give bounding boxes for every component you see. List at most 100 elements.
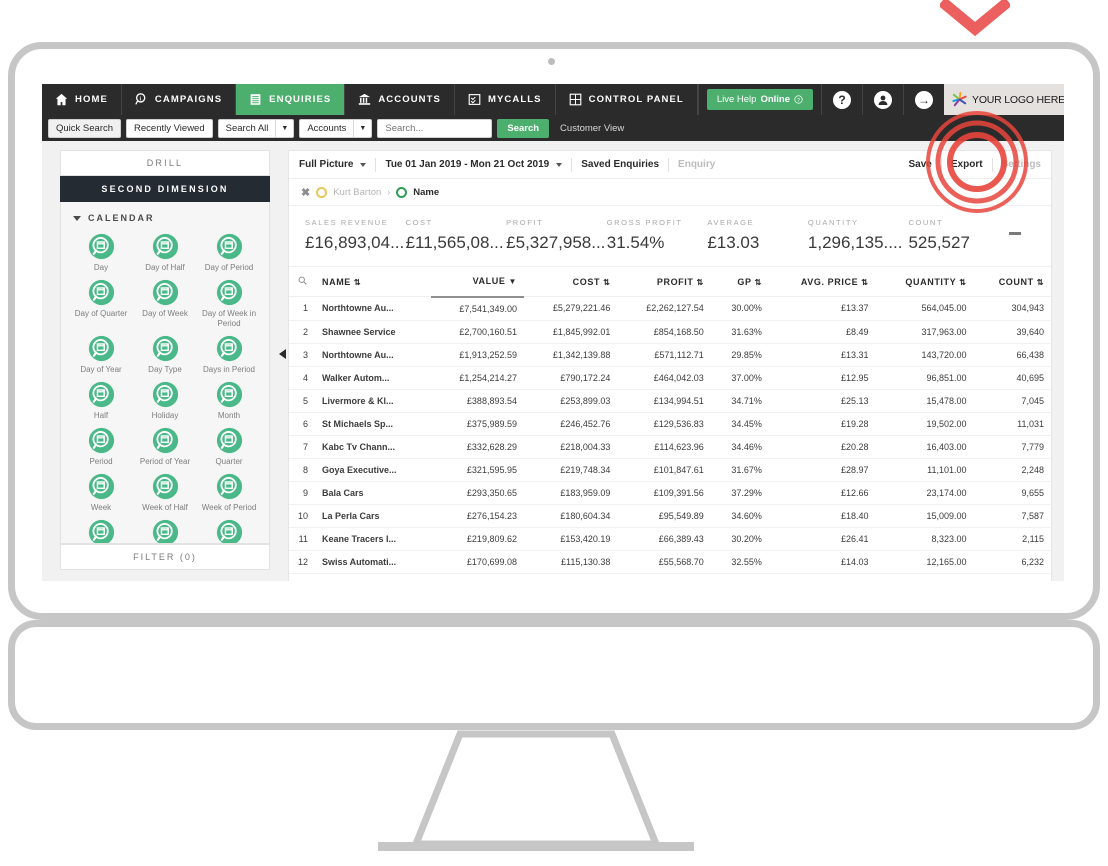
cell-profit: £109,391.56: [617, 481, 711, 505]
table-header-name[interactable]: NAME ⇅: [315, 267, 431, 297]
search-button[interactable]: Search: [497, 118, 550, 138]
table-row[interactable]: 5 Livermore & Kl... £388,893.54 £253,899.03…: [289, 389, 1051, 413]
calendar-section-title[interactable]: CALENDAR: [69, 213, 261, 223]
row-index: 2: [289, 320, 315, 344]
calendar-item-month[interactable]: Month: [197, 381, 261, 421]
table-row[interactable]: 1 Northtowne Au... £7,541,349.00 £5,279,221…: [289, 296, 1051, 321]
table-header-avg-price[interactable]: AVG. PRICE ⇅: [768, 267, 876, 297]
cell-profit: £2,262,127.54: [617, 296, 711, 321]
quick-search-button[interactable]: Quick Search: [48, 118, 122, 138]
calendar-item-extra-19[interactable]: [133, 519, 197, 543]
recently-viewed-button[interactable]: Recently Viewed: [126, 118, 213, 138]
table-row[interactable]: 4 Walker Autom... £1,254,214.27 £790,172.24…: [289, 366, 1051, 390]
kpi-count: COUNT 525,527: [908, 218, 1009, 253]
cell-avg-price: £12.95: [768, 366, 876, 390]
enquiry-link[interactable]: Enquiry: [678, 159, 715, 170]
calendar-item-week[interactable]: Week: [69, 473, 133, 513]
filter-bar[interactable]: FILTER (0): [60, 544, 270, 570]
cell-quantity: 317,963.00: [875, 320, 974, 344]
save-button[interactable]: Save: [909, 159, 932, 170]
cell-count: 2,248: [973, 458, 1051, 482]
calendar-item-half[interactable]: Half: [69, 381, 133, 421]
nav-item-campaigns[interactable]: i CAMPAIGNS: [122, 84, 237, 115]
calendar-item-days-in-period[interactable]: Days in Period: [197, 335, 261, 375]
search-entity-select[interactable]: Accounts ▼: [299, 118, 373, 138]
cell-name: Northtowne Au...: [315, 343, 431, 367]
table-row[interactable]: 12 Swiss Automati... £170,699.08 £115,130.3…: [289, 550, 1051, 574]
account-button[interactable]: [862, 84, 903, 115]
date-range-label[interactable]: Tue 01 Jan 2019 - Mon 21 Oct 2019: [385, 159, 549, 170]
calendar-item-period-of-year[interactable]: Period of Year: [133, 427, 197, 467]
sidebar-collapse-arrow-icon[interactable]: [279, 349, 286, 359]
second-dimension-header[interactable]: SECOND DIMENSION: [60, 176, 270, 202]
sort-both-icon: ⇅: [959, 277, 967, 287]
calendar-item-day-of-year[interactable]: Day of Year: [69, 335, 133, 375]
calendar-item-day-of-quarter[interactable]: Day of Quarter: [69, 279, 133, 329]
sort-desc-icon: ▼: [508, 277, 517, 287]
table-row[interactable]: 6 St Michaels Sp... £375,989.59 £246,452.76…: [289, 412, 1051, 436]
table-row[interactable]: 2 Shawnee Service £2,700,160.51 £1,845,992.…: [289, 320, 1051, 344]
chevron-down-icon[interactable]: [556, 162, 563, 167]
table-header-gp[interactable]: GP ⇅: [710, 267, 769, 297]
calendar-item-extra-20[interactable]: [197, 519, 261, 543]
table-header-count[interactable]: COUNT ⇅: [973, 267, 1051, 297]
calendar-drill-icon: [152, 381, 178, 408]
table-row[interactable]: 11 Keane Tracers I... £219,809.62 £153,420.…: [289, 527, 1051, 551]
cell-profit: £134,994.51: [617, 389, 711, 413]
table-header-value[interactable]: VALUE ▼: [430, 267, 524, 298]
search-scope-select[interactable]: Search All ▼: [217, 118, 295, 138]
calendar-item-day-type[interactable]: Day Type: [133, 335, 197, 375]
table-search-button[interactable]: [289, 267, 315, 297]
calendar-item-period[interactable]: Period: [69, 427, 133, 467]
nav-item-accounts[interactable]: ACCOUNTS: [345, 84, 455, 115]
help-button[interactable]: ?: [821, 84, 862, 115]
sort-both-icon: ⇅: [754, 277, 762, 287]
row-index: 12: [289, 550, 315, 574]
calendar-item-week-of-period[interactable]: Week of Period: [197, 473, 261, 513]
cell-count: 66,438: [973, 343, 1051, 367]
calendar-item-extra-18[interactable]: [69, 519, 133, 543]
cell-profit: £55,568.70: [617, 550, 711, 574]
cell-quantity: 143,720.00: [875, 343, 974, 367]
calendar-item-week-of-half[interactable]: Week of Half: [133, 473, 197, 513]
table-row[interactable]: 9 Bala Cars £293,350.65 £183,959.09 £109,391…: [289, 481, 1051, 505]
breadcrumb-current-dot-icon: [396, 186, 408, 198]
calendar-item-quarter[interactable]: Quarter: [197, 427, 261, 467]
table-row[interactable]: 3 Northtowne Au... £1,913,252.59 £1,342,139…: [289, 343, 1051, 367]
close-icon[interactable]: ✖: [301, 186, 310, 199]
kpi-collapse-button[interactable]: [1009, 218, 1035, 235]
table-row[interactable]: 8 Goya Executive... £321,595.95 £219,748.34…: [289, 458, 1051, 482]
breadcrumb-parent-label[interactable]: Kurt Barton: [333, 187, 381, 198]
calendar-drill-icon: [88, 279, 114, 306]
saved-enquiries-link[interactable]: Saved Enquiries: [581, 159, 659, 170]
table-header-profit[interactable]: PROFIT ⇅: [617, 267, 711, 297]
mycalls-icon: [468, 94, 481, 105]
cell-gp: 30.00%: [710, 296, 769, 321]
nav-item-home[interactable]: HOME: [42, 84, 122, 115]
search-input[interactable]: [377, 118, 493, 138]
table-row[interactable]: 7 Kabc Tv Chann... £332,628.29 £218,004.33 £…: [289, 435, 1051, 459]
cell-quantity: 15,478.00: [875, 389, 974, 413]
logout-button[interactable]: →: [903, 84, 944, 115]
nav-item-enquiries[interactable]: ENQUIRIES: [236, 84, 346, 115]
calendar-item-day-of-week[interactable]: Day of Week: [133, 279, 197, 329]
webcam-dot: [548, 58, 555, 65]
calendar-item-day[interactable]: Day: [69, 233, 133, 273]
nav-item-mycalls[interactable]: MYCALLS: [455, 84, 556, 115]
table-header-cost[interactable]: COST ⇅: [523, 267, 618, 297]
live-help-button[interactable]: Live Help Online ?: [706, 89, 814, 110]
export-button[interactable]: Export: [951, 159, 983, 170]
breadcrumb-current-label[interactable]: Name: [413, 187, 439, 198]
nav-item-control-panel[interactable]: CONTROL PANEL: [556, 84, 698, 115]
customer-view-link[interactable]: Customer View: [554, 123, 624, 134]
table-header-quantity[interactable]: QUANTITY ⇅: [875, 267, 974, 297]
view-toggle-button[interactable]: [1001, 580, 1039, 581]
view-mode-label[interactable]: Full Picture: [299, 159, 353, 170]
settings-button[interactable]: Settings: [1002, 159, 1041, 170]
calendar-item-day-of-period[interactable]: Day of Period: [197, 233, 261, 273]
table-row[interactable]: 10 La Perla Cars £276,154.23 £180,604.34 £95…: [289, 504, 1051, 528]
calendar-item-day-of-week-in-period[interactable]: Day of Week in Period: [197, 279, 261, 329]
calendar-item-day-of-half[interactable]: Day of Half: [133, 233, 197, 273]
calendar-item-holiday[interactable]: Holiday: [133, 381, 197, 421]
chevron-down-icon[interactable]: [360, 162, 367, 167]
